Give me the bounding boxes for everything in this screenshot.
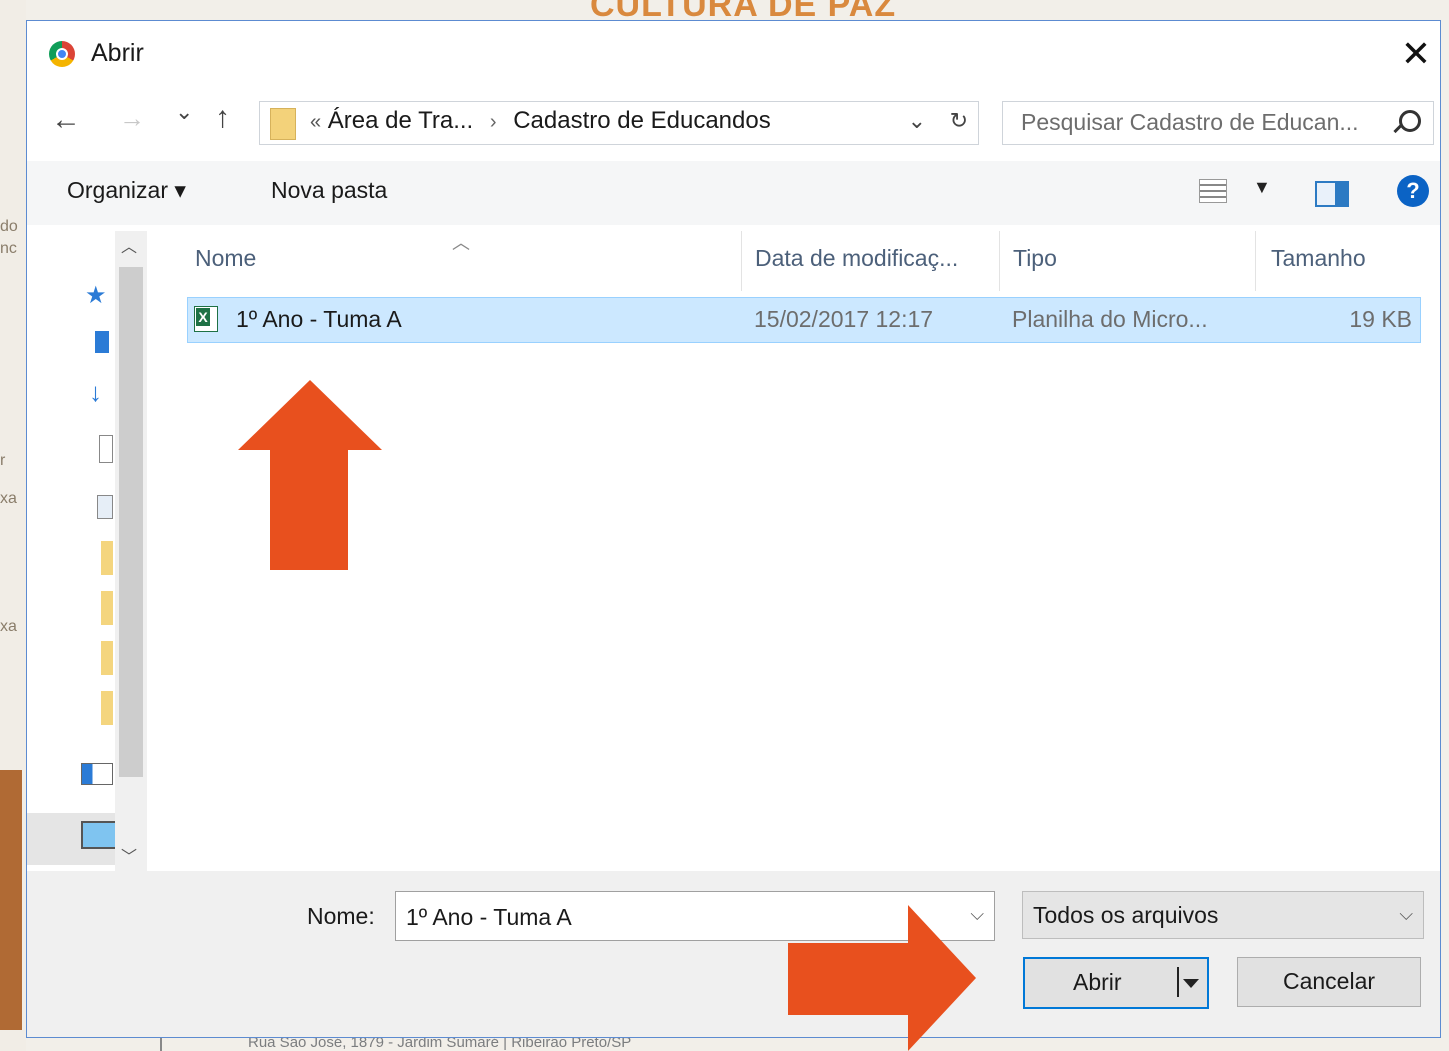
file-row[interactable]: 1º Ano - Tuma A 15/02/2017 12:17 Planilh…: [187, 297, 1421, 343]
dialog-footer: Nome: 1º Ano - Tuma A ⌵ Todos os arquivo…: [27, 871, 1440, 1037]
dialog-titlebar: Abrir ✕: [27, 21, 1440, 85]
command-toolbar: Organizar ▾ Nova pasta ▼ ?: [27, 161, 1440, 225]
background-fragment: do: [0, 218, 18, 235]
breadcrumb-item[interactable]: Cadastro de Educandos: [513, 107, 771, 134]
annotation-up-arrow-icon: [238, 380, 382, 570]
folder-icon: [270, 108, 296, 140]
annotation-right-arrow-icon: [788, 905, 976, 1051]
organize-button[interactable]: Organizar ▾: [67, 177, 186, 204]
file-type-filter-value: Todos os arquivos: [1033, 902, 1219, 928]
this-pc-icon[interactable]: [81, 821, 117, 849]
navigation-pane: ★ ↓ ︿ ﹀: [27, 231, 147, 871]
open-options-dropdown-icon[interactable]: [1177, 967, 1203, 997]
up-arrow-icon[interactable]: ↑: [215, 101, 230, 135]
background-fragment: nc: [0, 240, 17, 257]
breadcrumb-item[interactable]: Área de Tra...: [328, 107, 473, 134]
column-header-modified[interactable]: Data de modificaç...: [755, 245, 958, 272]
back-arrow-icon[interactable]: ←: [51, 103, 81, 137]
folder-icon[interactable]: [101, 641, 113, 675]
cancel-button-label: Cancelar: [1282, 968, 1376, 994]
navigation-bar: ← → ⌄ ↑ « Área de Tra... › Cadastro de E…: [27, 85, 1440, 155]
file-name-input[interactable]: 1º Ano - Tuma A: [406, 904, 572, 931]
column-header-size[interactable]: Tamanho: [1271, 245, 1366, 272]
documents-icon[interactable]: [99, 435, 113, 463]
background-image-block: [0, 770, 22, 1030]
chrome-icon: [49, 41, 75, 67]
address-dropdown-icon[interactable]: ⌄: [908, 108, 926, 134]
scroll-down-icon[interactable]: ﹀: [121, 843, 137, 867]
file-type-filter[interactable]: Todos os arquivos ⌵: [1022, 891, 1424, 939]
new-folder-button[interactable]: Nova pasta: [271, 177, 387, 204]
recent-locations-chevron-icon[interactable]: ⌄: [175, 99, 193, 125]
libraries-icon[interactable]: [81, 763, 113, 785]
sort-ascending-icon: ︿: [452, 233, 470, 253]
desktop-icon[interactable]: [95, 331, 109, 353]
background-fragment: xa: [0, 618, 17, 635]
folder-icon[interactable]: [101, 691, 113, 725]
dialog-title: Abrir: [91, 39, 144, 67]
background-fragment: xa: [0, 490, 17, 507]
folder-icon[interactable]: [101, 591, 113, 625]
search-box[interactable]: Pesquisar Cadastro de Educan...: [1002, 101, 1434, 145]
open-button[interactable]: Abrir: [1023, 957, 1209, 1009]
breadcrumb: « Área de Tra... › Cadastro de Educandos: [310, 107, 771, 135]
scrollbar-thumb[interactable]: [119, 267, 143, 777]
breadcrumb-separator-icon: ›: [489, 111, 497, 133]
file-modified: 15/02/2017 12:17: [754, 306, 934, 332]
refresh-icon[interactable]: ↻: [950, 108, 968, 134]
cancel-button[interactable]: Cancelar: [1237, 957, 1421, 1007]
preview-pane-icon[interactable]: [1315, 181, 1349, 207]
filter-dropdown-icon[interactable]: ⌵: [1399, 904, 1413, 925]
scroll-up-icon[interactable]: ︿: [121, 233, 137, 257]
help-icon[interactable]: ?: [1397, 175, 1429, 207]
close-icon[interactable]: ✕: [1392, 31, 1440, 77]
file-name-label: Nome:: [307, 903, 375, 929]
search-input[interactable]: Pesquisar Cadastro de Educan...: [1021, 109, 1359, 136]
pictures-icon[interactable]: [97, 495, 113, 519]
view-options-icon[interactable]: [1199, 179, 1227, 203]
breadcrumb-overflow-icon[interactable]: «: [310, 111, 321, 133]
search-icon[interactable]: [1399, 110, 1421, 132]
folder-icon[interactable]: [101, 541, 113, 575]
column-divider[interactable]: [1255, 231, 1256, 291]
column-divider[interactable]: [999, 231, 1000, 291]
address-bar[interactable]: « Área de Tra... › Cadastro de Educandos…: [259, 101, 979, 145]
column-header-name[interactable]: Nome: [195, 245, 256, 272]
forward-arrow-icon[interactable]: →: [119, 103, 145, 134]
quick-access-star-icon[interactable]: ★: [85, 281, 107, 310]
file-type: Planilha do Micro...: [1012, 306, 1208, 332]
view-dropdown-icon[interactable]: ▼: [1253, 177, 1271, 198]
navigation-pane-scrollbar[interactable]: ︿ ﹀: [115, 231, 147, 871]
file-size: 19 KB: [1349, 306, 1412, 332]
file-name: 1º Ano - Tuma A: [236, 306, 402, 332]
downloads-icon[interactable]: ↓: [89, 377, 102, 408]
excel-file-icon: [194, 306, 218, 332]
column-header-type[interactable]: Tipo: [1013, 245, 1057, 272]
background-fragment: r: [0, 452, 6, 469]
background-left-strip: [0, 0, 26, 1051]
column-divider[interactable]: [741, 231, 742, 291]
open-button-label: Abrir: [1073, 969, 1122, 995]
